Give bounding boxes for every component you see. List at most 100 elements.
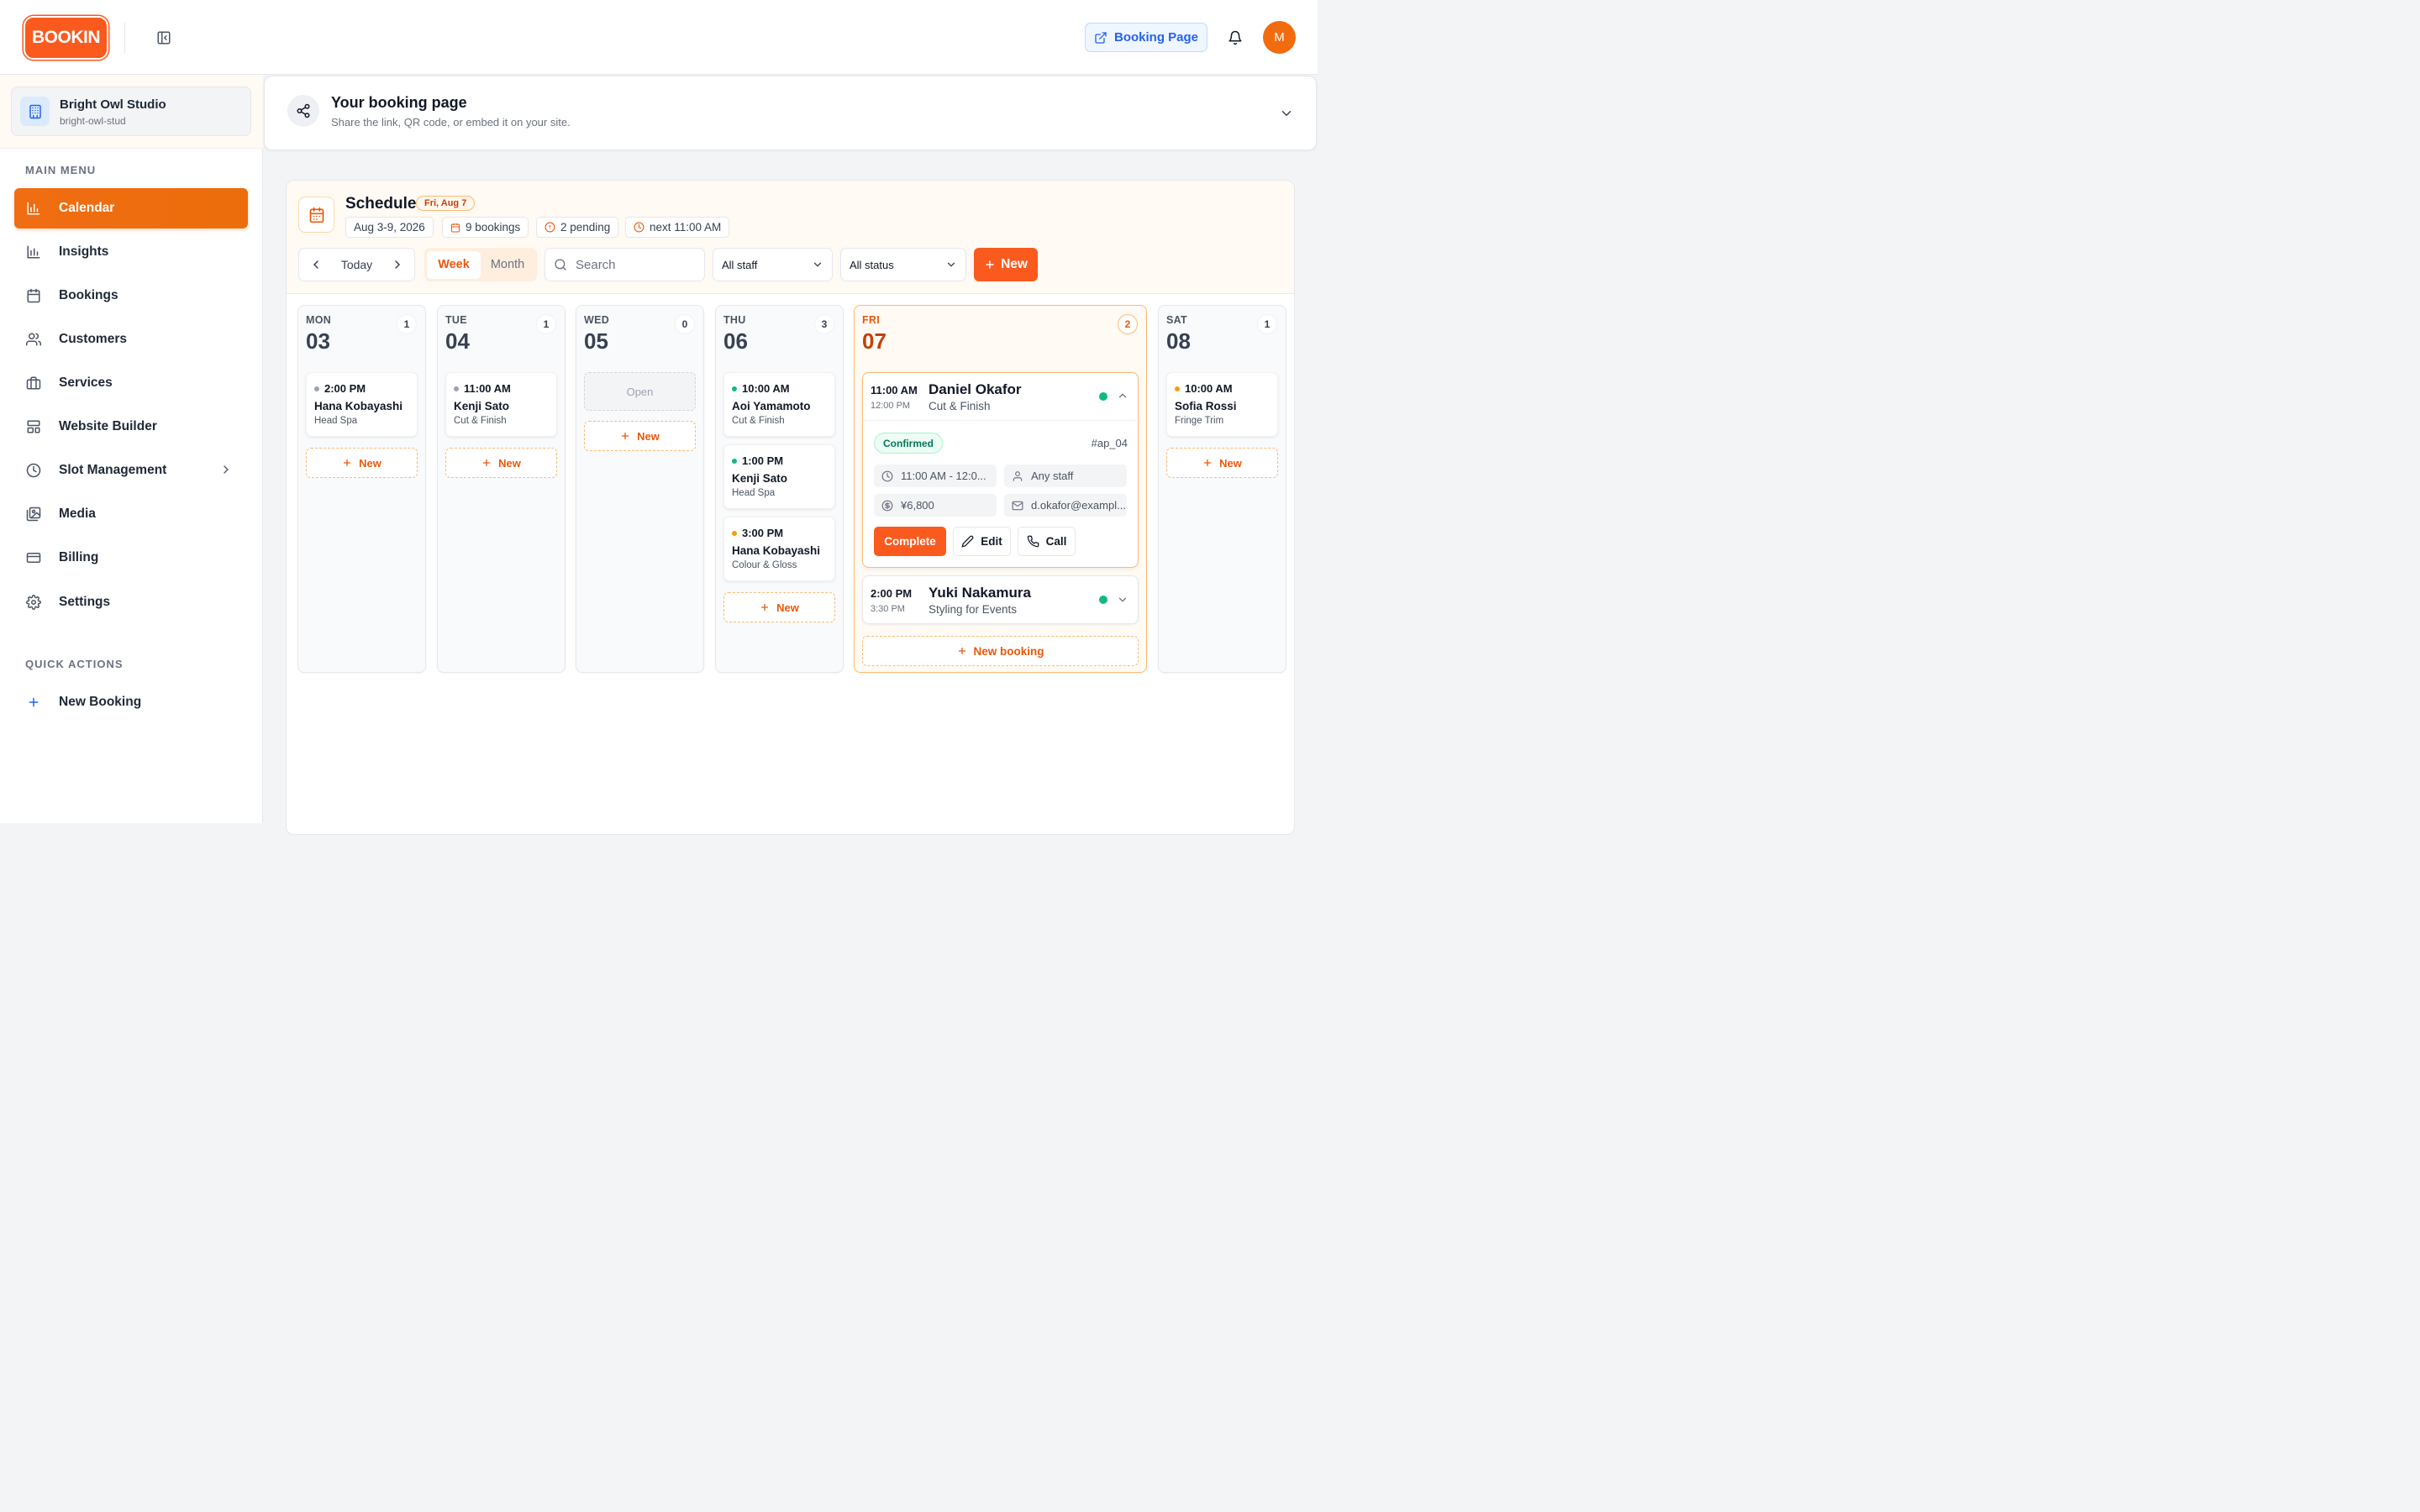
new-booking-button[interactable]: New (974, 248, 1038, 281)
complete-button[interactable]: Complete (874, 527, 946, 556)
customer-name: Daniel Okafor (929, 381, 1022, 397)
sidebar-item-calendar[interactable]: Calendar (14, 188, 248, 228)
appointment-end: 3:30 PM (871, 604, 905, 614)
sidebar-item-bookings[interactable]: Bookings (14, 276, 248, 316)
day-number: 03 (306, 328, 330, 354)
phone-icon (1027, 535, 1039, 548)
day-booking-count: 0 (675, 314, 695, 334)
dollar-icon (881, 500, 893, 512)
day-new-button[interactable]: New (723, 592, 835, 622)
email-chip[interactable]: d.okafor@exampl... (1004, 494, 1127, 517)
plus-icon (760, 602, 770, 612)
appointment-header[interactable]: 11:00 AM 12:00 PM Daniel Okafor Cut & Fi… (863, 373, 1137, 421)
sidebar-item-insights[interactable]: Insights (14, 232, 248, 272)
day-booking-count: 1 (1257, 314, 1277, 334)
schedule-header: Schedule Fri, Aug 7 Aug 3-9, 2026 9 book… (287, 181, 1294, 294)
edit-button[interactable]: Edit (953, 527, 1011, 556)
status-dot (1099, 392, 1107, 401)
appointment-card[interactable]: 3:00 PM Hana Kobayashi Colour & Gloss (723, 517, 835, 581)
appointment-card[interactable]: 2:00 PM 3:30 PM Yuki Nakamura Styling fo… (862, 575, 1139, 624)
appointment-card[interactable]: 10:00 AM Sofia Rossi Fringe Trim (1166, 372, 1278, 437)
new-button-label: New (1001, 257, 1028, 271)
edit-label: Edit (981, 535, 1002, 548)
sidebar-item-website-builder[interactable]: Website Builder (14, 407, 248, 447)
day-number: 08 (1166, 328, 1191, 354)
date-range-text: Aug 3-9, 2026 (354, 221, 425, 234)
day-of-week: FRI (862, 314, 881, 326)
bookin-logo[interactable]: BOOKIN (24, 16, 108, 60)
booking-page-button[interactable]: Booking Page (1085, 23, 1207, 52)
service-name: Head Spa (314, 416, 358, 426)
chevron-right-icon[interactable] (381, 249, 414, 281)
schedule-card: Schedule Fri, Aug 7 Aug 3-9, 2026 9 book… (286, 180, 1295, 835)
day-number: 05 (584, 328, 608, 354)
plus-icon (957, 646, 967, 656)
quick-new-booking[interactable]: New Booking (14, 682, 248, 722)
call-button[interactable]: Call (1018, 527, 1076, 556)
calendar-icon (25, 287, 42, 304)
staff-text: Any staff (1031, 470, 1074, 482)
appointment-card[interactable]: 1:00 PM Kenji Sato Head Spa (723, 444, 835, 509)
plus-icon (984, 259, 996, 270)
service-name: Cut & Finish (929, 400, 991, 412)
service-name: Styling for Events (929, 603, 1018, 616)
chevron-down-icon[interactable] (1117, 594, 1128, 606)
calendar-small-icon (450, 223, 460, 233)
customer-name: Aoi Yamamoto (732, 400, 811, 412)
appointment-card[interactable]: 11:00 AM Kenji Sato Cut & Finish (445, 372, 557, 437)
service-name: Cut & Finish (732, 416, 785, 426)
expanded-appointment-card[interactable]: 11:00 AM 12:00 PM Daniel Okafor Cut & Fi… (862, 372, 1139, 568)
status-dot (732, 458, 737, 464)
status-select[interactable]: All status (840, 248, 966, 281)
staff-chip: Any staff (1004, 465, 1127, 487)
sidebar-item-services[interactable]: Services (14, 363, 248, 403)
day-new-button[interactable]: New (445, 448, 557, 478)
sidebar-collapse-icon[interactable] (154, 28, 174, 48)
plus-icon (620, 431, 630, 441)
today-button[interactable]: Today (333, 258, 381, 271)
new-booking-label: New booking (973, 644, 1044, 658)
sidebar-item-slot-management[interactable]: Slot Management (14, 450, 248, 491)
quick-new-booking-label: New Booking (59, 695, 142, 709)
staff-select[interactable]: All staff (713, 248, 833, 281)
tab-month[interactable]: Month (481, 251, 534, 279)
date-range-pill: Aug 3-9, 2026 (345, 217, 434, 238)
chevron-down-icon[interactable] (1279, 106, 1294, 121)
service-name: Fringe Trim (1175, 416, 1224, 426)
pending-count-text: 2 pending (560, 221, 611, 234)
open-slot[interactable]: Open (584, 372, 696, 411)
schedule-title: Schedule (345, 195, 417, 213)
avatar[interactable]: M (1263, 21, 1296, 54)
day-new-button[interactable]: New (306, 448, 418, 478)
sidebar-item-billing[interactable]: Billing (14, 538, 248, 578)
pending-count-pill: 2 pending (536, 217, 619, 238)
search-box[interactable] (544, 248, 705, 281)
chevron-left-icon[interactable] (299, 249, 333, 281)
user-icon (1012, 470, 1023, 482)
bell-icon[interactable] (1225, 28, 1245, 48)
search-input[interactable] (576, 257, 693, 272)
customer-name: Yuki Nakamura (929, 585, 1031, 601)
booking-page-share-card[interactable]: Your booking page Share the link, QR cod… (264, 76, 1317, 150)
alert-icon (544, 222, 555, 233)
day-new-button[interactable]: New (584, 421, 696, 451)
appointment-time: 1:00 PM (742, 454, 784, 467)
sidebar-item-customers[interactable]: Customers (14, 319, 248, 360)
sidebar-item-label: Settings (59, 595, 111, 609)
share-icon (287, 95, 319, 127)
sidebar-item-media[interactable]: Media (14, 494, 248, 534)
appointment-time: 3:00 PM (742, 527, 784, 539)
day-of-week: TUE (445, 314, 467, 326)
appointment-card[interactable]: 2:00 PM Hana Kobayashi Head Spa (306, 372, 418, 437)
customer-name: Kenji Sato (454, 400, 510, 412)
call-label: Call (1045, 535, 1067, 548)
appointment-card[interactable]: 10:00 AM Aoi Yamamoto Cut & Finish (723, 372, 835, 437)
sidebar-item-label: Bookings (59, 288, 118, 302)
chevron-up-icon[interactable] (1117, 390, 1128, 402)
new-booking-slot-button[interactable]: New booking (862, 636, 1139, 666)
sidebar-item-settings[interactable]: Settings (14, 582, 248, 622)
tab-week[interactable]: Week (427, 250, 481, 279)
day-new-button[interactable]: New (1166, 448, 1278, 478)
org-switcher[interactable]: Bright Owl Studio bright-owl-stud (11, 87, 251, 136)
bar-chart-icon (25, 200, 42, 217)
